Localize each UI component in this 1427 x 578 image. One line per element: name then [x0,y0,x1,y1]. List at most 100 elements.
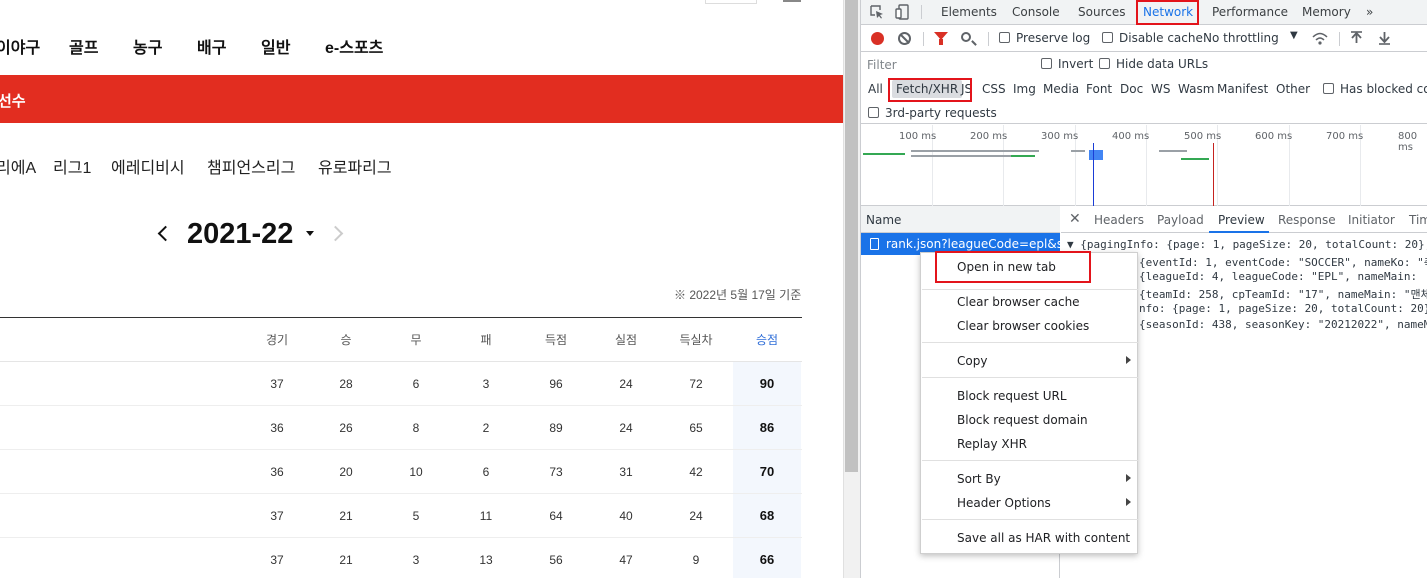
red-bar-label[interactable]: 선수 [0,90,26,111]
tab-initiator[interactable]: Initiator [1348,213,1395,227]
top-menu-icon[interactable] [783,0,801,2]
toolbar-divider [923,32,924,46]
active-tab-indicator [1209,231,1269,233]
page-scrollbar-thumb[interactable] [845,0,858,472]
tab-payload[interactable]: Payload [1157,213,1204,227]
sports-nav-item[interactable]: 골프 [69,34,98,58]
tab-performance[interactable]: Performance [1212,5,1288,19]
league-nav-item[interactable]: 리에A [0,154,36,178]
devtools-tabbar: Elements Console Sources Network Perform… [861,0,1427,25]
top-search-box[interactable] [705,0,757,4]
table-row[interactable]: 36 26 8 2 89 24 65 86 [0,406,802,450]
network-conditions-icon[interactable] [1312,31,1329,46]
record-icon[interactable] [871,32,884,45]
menu-item-header-options[interactable]: Header Options [957,496,1051,510]
sports-nav-item[interactable]: 일반 [261,34,290,58]
tab-response[interactable]: Response [1278,213,1336,227]
overview-tick: 500 ms [1184,131,1222,142]
sports-nav-item[interactable]: 농구 [133,34,162,58]
tab-console[interactable]: Console [1012,5,1060,19]
menu-item-block-request-url[interactable]: Block request URL [957,389,1067,403]
xhr-file-icon [870,238,879,250]
name-column-header[interactable]: Name [861,206,1060,233]
tab-preview[interactable]: Preview [1218,213,1265,227]
third-party-bar: 3rd-party requests [861,102,1427,124]
disable-cache-checkbox[interactable] [1102,32,1113,43]
type-filter-all[interactable]: All [868,82,883,96]
inspect-element-icon[interactable] [870,5,884,19]
close-icon[interactable]: ✕ [1069,211,1081,227]
network-toolbar: Preserve log Disable cache No throttling… [861,26,1427,52]
season-next-button[interactable] [330,220,348,248]
filter-icon[interactable] [934,32,948,45]
type-filter-manifest[interactable]: Manifest [1217,82,1268,96]
type-filter-font[interactable]: Font [1086,82,1112,96]
chevron-down-icon[interactable]: ▼ [1290,30,1298,41]
table-row[interactable]: 37 21 5 11 64 40 24 68 [0,494,802,538]
table-cell: 36 [270,464,284,479]
league-nav-item[interactable]: 에레디비시 [111,154,185,178]
menu-item-block-request-domain[interactable]: Block request domain [957,413,1088,427]
tab-sources[interactable]: Sources [1078,5,1125,19]
menu-item-clear-browser-cookies[interactable]: Clear browser cookies [957,319,1089,333]
third-party-checkbox[interactable] [868,107,879,118]
export-har-icon[interactable] [1378,31,1391,45]
tab-elements[interactable]: Elements [941,5,997,19]
json-line[interactable]: {seasonId: 438, seasonKey: "20212022", n… [1139,318,1427,331]
context-menu: Open in new tab Clear browser cache Clea… [920,251,1138,554]
type-filter-ws[interactable]: WS [1151,82,1170,96]
clear-icon[interactable] [898,32,911,45]
table-cell: 6 [482,464,490,479]
type-filter-css[interactable]: CSS [982,82,1006,96]
menu-item-save-har[interactable]: Save all as HAR with content [957,531,1130,545]
league-nav-item[interactable]: 유로파리그 [318,154,392,178]
invert-label: Invert [1058,57,1094,71]
type-filter-doc[interactable]: Doc [1120,82,1143,96]
network-overview-timeline[interactable]: 100 ms 200 ms 300 ms 400 ms 500 ms 600 m… [861,125,1427,206]
menu-divider [922,519,1138,520]
league-nav-item[interactable]: 챔피언스리그 [207,154,295,178]
type-filter-img[interactable]: Img [1013,82,1036,96]
column-header: 무 [410,333,422,347]
type-filter-wasm[interactable]: Wasm [1178,82,1214,96]
device-toolbar-icon[interactable] [895,4,911,20]
json-line[interactable]: {teamId: 258, cpTeamId: "17", nameMain: … [1139,286,1427,302]
json-line[interactable]: {leagueId: 4, leagueCode: "EPL", nameMai… [1139,270,1417,283]
menu-item-replay-xhr[interactable]: Replay XHR [957,437,1027,451]
more-tabs-icon[interactable]: » [1366,5,1373,19]
tab-headers[interactable]: Headers [1094,213,1144,227]
menu-item-copy[interactable]: Copy [957,354,987,368]
details-tabbar: ✕ Headers Payload Preview Response Initi… [1061,206,1427,233]
menu-item-clear-browser-cache[interactable]: Clear browser cache [957,295,1080,309]
third-party-label: 3rd-party requests [885,106,997,120]
menu-item-sort-by[interactable]: Sort By [957,472,1001,486]
preserve-log-checkbox[interactable] [999,32,1010,43]
throttling-select[interactable]: No throttling [1203,31,1279,45]
type-filter-other[interactable]: Other [1276,82,1310,96]
search-icon[interactable] [961,32,971,42]
tab-memory[interactable]: Memory [1302,5,1351,19]
tab-timing[interactable]: Tim [1409,213,1427,227]
sports-nav-item[interactable]: 이야구 [0,34,40,58]
filter-input[interactable]: Filter [863,55,1027,75]
type-filter-media[interactable]: Media [1043,82,1079,96]
json-line[interactable]: nfo: {page: 1, pageSize: 20, totalCount:… [1139,302,1427,315]
league-nav-item[interactable]: 리그1 [53,154,91,178]
table-row[interactable]: 37 28 6 3 96 24 72 90 [0,362,802,406]
season-prev-button[interactable] [154,220,172,248]
json-line[interactable]: ▼ {pagingInfo: {page: 1, pageSize: 20, t… [1067,238,1427,251]
table-row[interactable]: 36 20 10 6 73 31 42 70 [0,450,802,494]
season-selector[interactable]: 2021-22 [187,218,293,251]
has-blocked-cookies-checkbox[interactable] [1323,83,1334,94]
table-row[interactable]: 37 21 3 13 56 47 9 66 [0,538,802,578]
import-har-icon[interactable] [1350,31,1363,45]
sports-nav-item[interactable]: 배구 [197,34,226,58]
chevron-down-icon[interactable] [306,231,314,236]
sports-nav-item[interactable]: e-스포츠 [325,34,383,58]
invert-checkbox[interactable] [1041,58,1052,69]
json-line[interactable]: {eventId: 1, eventCode: "SOCCER", nameKo… [1139,254,1427,270]
overview-bar [911,150,1039,152]
hide-data-urls-checkbox[interactable] [1099,58,1110,69]
overview-tick: 200 ms [970,131,1008,142]
table-cell: 66 [733,538,801,578]
